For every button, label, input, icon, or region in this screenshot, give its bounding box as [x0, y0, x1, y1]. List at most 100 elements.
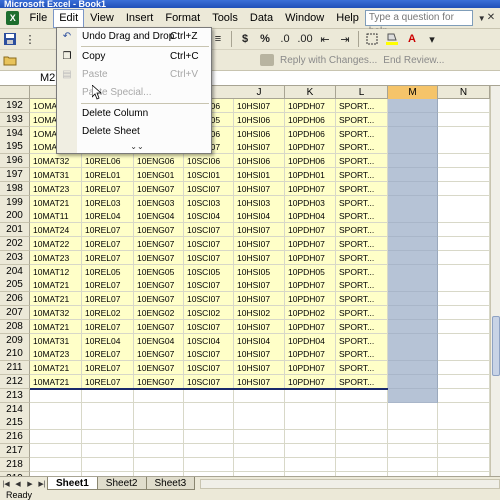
table-cell[interactable] — [82, 388, 134, 403]
table-cell[interactable]: 10SCI04 — [184, 333, 234, 348]
table-cell[interactable]: 10SCI06 — [184, 154, 234, 169]
table-cell[interactable]: 10SCI07 — [184, 292, 234, 307]
table-cell[interactable]: 10SCI07 — [184, 223, 234, 238]
table-cell[interactable]: 10PDH07 — [285, 223, 336, 238]
selected-column-cell[interactable] — [388, 154, 438, 169]
row-header[interactable]: 193 — [0, 112, 30, 127]
table-cell[interactable] — [30, 402, 82, 417]
fill-color-icon[interactable] — [383, 30, 401, 48]
selected-column-cell[interactable] — [388, 319, 438, 334]
table-cell[interactable]: 10REL07 — [82, 347, 134, 362]
table-cell[interactable]: SPORT... — [336, 292, 388, 307]
row-header[interactable]: 197 — [0, 168, 30, 182]
table-cell[interactable]: 10ENG07 — [134, 361, 184, 376]
selected-column-cell[interactable] — [388, 237, 438, 251]
table-cell[interactable]: 10HSI01 — [234, 168, 285, 182]
table-cell[interactable]: 10MAT23 — [30, 347, 82, 362]
table-cell[interactable]: 10HSI02 — [234, 306, 285, 320]
row-header[interactable]: 207 — [0, 306, 30, 320]
table-cell[interactable]: 10MAT23 — [30, 181, 82, 196]
table-cell[interactable]: 10PDH06 — [285, 112, 336, 127]
table-cell[interactable]: 10SCI05 — [184, 264, 234, 279]
table-cell[interactable]: 10ENG04 — [134, 333, 184, 348]
menu-edit[interactable]: Edit — [53, 8, 85, 28]
table-cell[interactable]: 10PDH07 — [285, 140, 336, 155]
table-cell[interactable] — [285, 430, 336, 445]
menu-insert[interactable]: Insert — [120, 9, 160, 28]
table-cell[interactable] — [184, 388, 234, 403]
table-cell[interactable]: SPORT... — [336, 154, 388, 169]
table-cell[interactable]: 10REL07 — [82, 292, 134, 307]
table-cell[interactable]: 10ENG07 — [134, 278, 184, 293]
menu-window[interactable]: Window — [279, 9, 330, 28]
table-cell[interactable]: 10HSI07 — [234, 361, 285, 376]
selected-column-cell[interactable] — [388, 223, 438, 238]
row-header[interactable]: 200 — [0, 209, 30, 224]
table-cell[interactable] — [134, 457, 184, 472]
table-cell[interactable] — [184, 402, 234, 417]
menu-item-paste[interactable]: ▤ Paste Ctrl+V — [57, 66, 211, 84]
table-cell[interactable]: 10SCI01 — [184, 168, 234, 182]
table-cell[interactable] — [184, 457, 234, 472]
table-cell[interactable]: 10MAT22 — [30, 237, 82, 251]
reply-icon[interactable] — [260, 54, 274, 66]
selected-column-cell[interactable] — [388, 250, 438, 265]
table-cell[interactable]: 10PDH07 — [285, 361, 336, 376]
table-cell[interactable]: SPORT... — [336, 347, 388, 362]
close-icon[interactable]: ✕ — [486, 12, 496, 24]
selected-column-cell[interactable] — [388, 306, 438, 320]
table-cell[interactable]: 10HSI07 — [234, 140, 285, 155]
row-header[interactable]: 214 — [0, 402, 30, 417]
table-cell[interactable]: 10REL07 — [82, 237, 134, 251]
table-cell[interactable] — [82, 416, 134, 431]
chevron-double-down-icon[interactable]: ⌄⌄ — [127, 142, 147, 152]
table-cell[interactable] — [234, 416, 285, 431]
name-box[interactable]: M2 — [0, 71, 58, 85]
table-cell[interactable]: 10REL02 — [82, 306, 134, 320]
table-cell[interactable] — [30, 457, 82, 472]
table-cell[interactable]: 10HSI07 — [234, 181, 285, 196]
row-header[interactable]: 212 — [0, 375, 30, 389]
table-cell[interactable]: 10PDH07 — [285, 319, 336, 334]
table-cell[interactable] — [234, 430, 285, 445]
table-cell[interactable]: SPORT... — [336, 264, 388, 279]
table-cell[interactable]: SPORT... — [336, 209, 388, 224]
row-header[interactable]: 204 — [0, 264, 30, 279]
menu-item-undo[interactable]: ↶ Undo Drag and Drop Ctrl+Z — [57, 28, 211, 46]
selected-column-cell[interactable] — [388, 112, 438, 127]
table-cell[interactable] — [234, 457, 285, 472]
table-cell[interactable] — [134, 444, 184, 458]
sheet-tab-sheet3[interactable]: Sheet3 — [145, 477, 196, 490]
table-cell[interactable]: 10MAT21 — [30, 361, 82, 376]
prev-sheet-icon[interactable]: ◀ — [12, 480, 24, 488]
row-header[interactable]: 201 — [0, 223, 30, 238]
table-cell[interactable] — [438, 430, 490, 445]
menu-help[interactable]: Help — [330, 9, 365, 28]
selected-column-cell[interactable] — [388, 126, 438, 141]
selected-column-cell[interactable] — [388, 181, 438, 196]
column-header-j[interactable]: J — [234, 86, 285, 99]
percent-icon[interactable]: % — [256, 30, 274, 48]
table-cell[interactable]: 10MAT31 — [30, 168, 82, 182]
table-cell[interactable]: 10ENG07 — [134, 292, 184, 307]
table-cell[interactable]: 10PDH05 — [285, 264, 336, 279]
row-header[interactable]: 213 — [0, 388, 30, 403]
table-cell[interactable]: 10MAT21 — [30, 195, 82, 210]
end-review-button[interactable]: End Review... — [383, 55, 444, 66]
table-cell[interactable] — [336, 457, 388, 472]
table-cell[interactable] — [30, 430, 82, 445]
table-cell[interactable]: 10PDH07 — [285, 347, 336, 362]
open-folder-icon[interactable] — [1, 51, 19, 69]
table-cell[interactable] — [438, 278, 490, 293]
row-header[interactable]: 208 — [0, 319, 30, 334]
table-cell[interactable]: 10PDH04 — [285, 333, 336, 348]
table-cell[interactable]: 10ENG05 — [134, 264, 184, 279]
table-cell[interactable]: 10REL07 — [82, 223, 134, 238]
row-header[interactable]: 210 — [0, 347, 30, 362]
row-header[interactable]: 202 — [0, 237, 30, 251]
table-cell[interactable]: 10MAT21 — [30, 278, 82, 293]
table-cell[interactable] — [285, 444, 336, 458]
horizontal-scrollbar[interactable] — [200, 478, 500, 489]
table-cell[interactable] — [438, 168, 490, 182]
menu-item-delete-sheet[interactable]: Delete Sheet — [57, 123, 211, 141]
